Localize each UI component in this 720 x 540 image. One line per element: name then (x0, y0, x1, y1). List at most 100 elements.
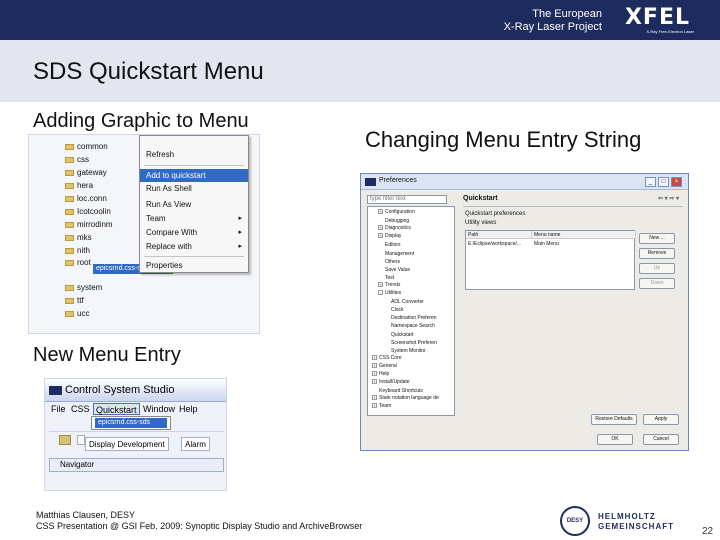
folder-icon (65, 221, 74, 228)
navigator-view[interactable]: Navigator (49, 458, 224, 472)
tab-display-development[interactable]: Display Development (85, 437, 169, 451)
restore-defaults-button[interactable]: Restore Defaults (591, 414, 637, 425)
pref-tree-item[interactable]: Editors (378, 241, 401, 248)
tab-alarm[interactable]: Alarm (181, 437, 210, 451)
menu-file[interactable]: File (51, 403, 66, 415)
remove-button[interactable]: Remove (639, 248, 675, 259)
pref-tree-item[interactable]: Destination Preferen (384, 314, 437, 321)
pref-tree-item[interactable]: Test (378, 274, 394, 281)
pref-tree-item[interactable]: Debugging (378, 217, 409, 224)
column-header-path[interactable]: Path (466, 231, 532, 239)
pref-tree-item[interactable]: + Configuration (378, 209, 415, 216)
pref-tree-item[interactable]: + CSS Core (372, 354, 402, 362)
tree-item[interactable]: Icotcoolin (65, 206, 111, 217)
pref-tree-item[interactable]: Screenshot Preferen (384, 339, 437, 346)
expand-toggle-icon[interactable]: - (378, 290, 383, 295)
tree-item[interactable]: root (65, 257, 91, 268)
expand-toggle-icon[interactable]: + (372, 395, 377, 401)
org-line2: X-Ray Laser Project (503, 21, 602, 33)
pref-tree-item[interactable]: Keyboard Shortcuts (372, 387, 423, 394)
expand-toggle-icon[interactable]: + (372, 354, 377, 360)
panel-description: Quickstart preferences (465, 211, 526, 217)
expand-toggle-icon[interactable]: + (378, 209, 383, 214)
expand-toggle-icon[interactable]: + (372, 362, 377, 368)
cancel-button[interactable]: Cancel (643, 434, 679, 445)
cell-menu-name[interactable]: Main Menu (532, 240, 636, 248)
screenshot-css-menu: Control System Studio File CSS Quickstar… (44, 378, 227, 491)
folder-icon (65, 156, 74, 163)
app-icon (365, 178, 376, 186)
menu-item-refresh[interactable]: Refresh (140, 148, 248, 161)
tree-item[interactable]: ttf (65, 295, 84, 306)
pref-tree-item[interactable]: + Diagnostics (378, 225, 411, 232)
menu-help[interactable]: Help (179, 403, 198, 415)
quickstart-menu-entry[interactable]: epicsrnd.css-sds (95, 418, 167, 428)
minimize-icon[interactable]: _ (645, 177, 656, 187)
close-icon[interactable]: × (671, 177, 682, 187)
menu-item-properties[interactable]: Properties (140, 259, 248, 272)
tree-item[interactable]: system (65, 282, 102, 293)
expand-toggle-icon[interactable]: + (372, 379, 377, 385)
cell-path[interactable]: E:/Eclipse/workspace/... (466, 240, 532, 248)
filter-input[interactable]: type filter text (367, 195, 447, 204)
menu-quickstart[interactable]: Quickstart (93, 403, 140, 415)
pref-tree-item[interactable]: + State notation language de (372, 395, 439, 402)
up-button[interactable]: Up (639, 263, 675, 274)
window-title: Preferences (379, 177, 417, 184)
pref-tree-item[interactable]: Clock (384, 306, 404, 313)
panel-title: Quickstart ⇦ ▾ ⇨ ▾ (463, 195, 683, 207)
expand-toggle-icon[interactable]: + (372, 371, 377, 376)
tree-item[interactable]: mirrodinm (65, 219, 113, 230)
menu-item-compare-with[interactable]: Compare With ▸ (140, 226, 248, 239)
folder-icon (65, 234, 74, 241)
menu-item-run-as-shell[interactable]: Run As Shell (140, 182, 248, 195)
open-folder-icon[interactable] (59, 435, 71, 445)
tree-item[interactable]: css (65, 154, 89, 165)
pref-tree-item[interactable]: + General (372, 362, 397, 370)
pref-tree-item[interactable]: + Install/Update (372, 379, 410, 386)
maximize-icon[interactable]: □ (658, 177, 669, 187)
menu-window[interactable]: Window (143, 403, 175, 415)
menu-css[interactable]: CSS (71, 403, 90, 415)
column-header-menu-name[interactable]: Menu name (532, 231, 636, 239)
down-button[interactable]: Down (639, 278, 675, 289)
desy-logo: DESY (560, 506, 590, 536)
expand-toggle-icon[interactable]: + (378, 233, 383, 239)
tree-item[interactable]: mks (65, 232, 92, 243)
folder-icon (65, 182, 74, 189)
nav-arrows-icon[interactable]: ⇦ ▾ ⇨ ▾ (658, 195, 679, 202)
tree-item[interactable]: nith (65, 245, 90, 256)
menu-item-team[interactable]: Team ▸ (140, 212, 248, 225)
page-icon[interactable] (77, 435, 85, 445)
pref-tree-item[interactable]: Others (378, 258, 400, 265)
pref-tree-item[interactable]: + Display (378, 233, 401, 240)
pref-tree-item[interactable]: Management (378, 250, 414, 257)
apply-button[interactable]: Apply (643, 414, 679, 425)
pref-tree-item[interactable]: + Help (372, 371, 389, 378)
menu-item-add-to-quickstart[interactable]: Add to quickstart (140, 169, 248, 182)
pref-tree-item[interactable]: - Utilities (378, 290, 401, 297)
menu-item-run-as-view[interactable]: Run As View (140, 198, 248, 211)
pref-tree-item[interactable]: + Team (372, 403, 391, 410)
submenu-arrow-icon: ▸ (238, 243, 242, 250)
tree-item[interactable]: loc.conn (65, 193, 107, 204)
menu-item-replace-with[interactable]: Replace with ▸ (140, 240, 248, 253)
tree-item[interactable]: hera (65, 180, 93, 191)
pref-tree-item[interactable]: Namespace Search (384, 322, 435, 329)
expand-toggle-icon[interactable]: + (378, 225, 383, 231)
ok-button[interactable]: OK (597, 434, 633, 445)
footer-credits: Matthias Clausen, DESY CSS Presentation … (36, 510, 362, 532)
pref-tree-item[interactable]: Save Value (378, 266, 410, 273)
pref-tree-item[interactable]: ADL Converter (384, 298, 424, 305)
new-button[interactable]: New ... (639, 233, 675, 244)
folder-icon (65, 247, 74, 254)
tree-item[interactable]: ucc (65, 308, 89, 319)
pref-tree-item[interactable]: Quickstart (384, 331, 414, 338)
pref-tree-item[interactable]: + Trends (378, 281, 400, 289)
expand-toggle-icon[interactable]: + (372, 403, 377, 409)
submenu-arrow-icon: ▸ (238, 215, 242, 222)
tree-item[interactable]: gateway (65, 167, 107, 178)
tree-item[interactable]: common (65, 141, 108, 152)
pref-tree-item[interactable]: System Monitor (384, 347, 426, 354)
expand-toggle-icon[interactable]: + (378, 281, 383, 287)
